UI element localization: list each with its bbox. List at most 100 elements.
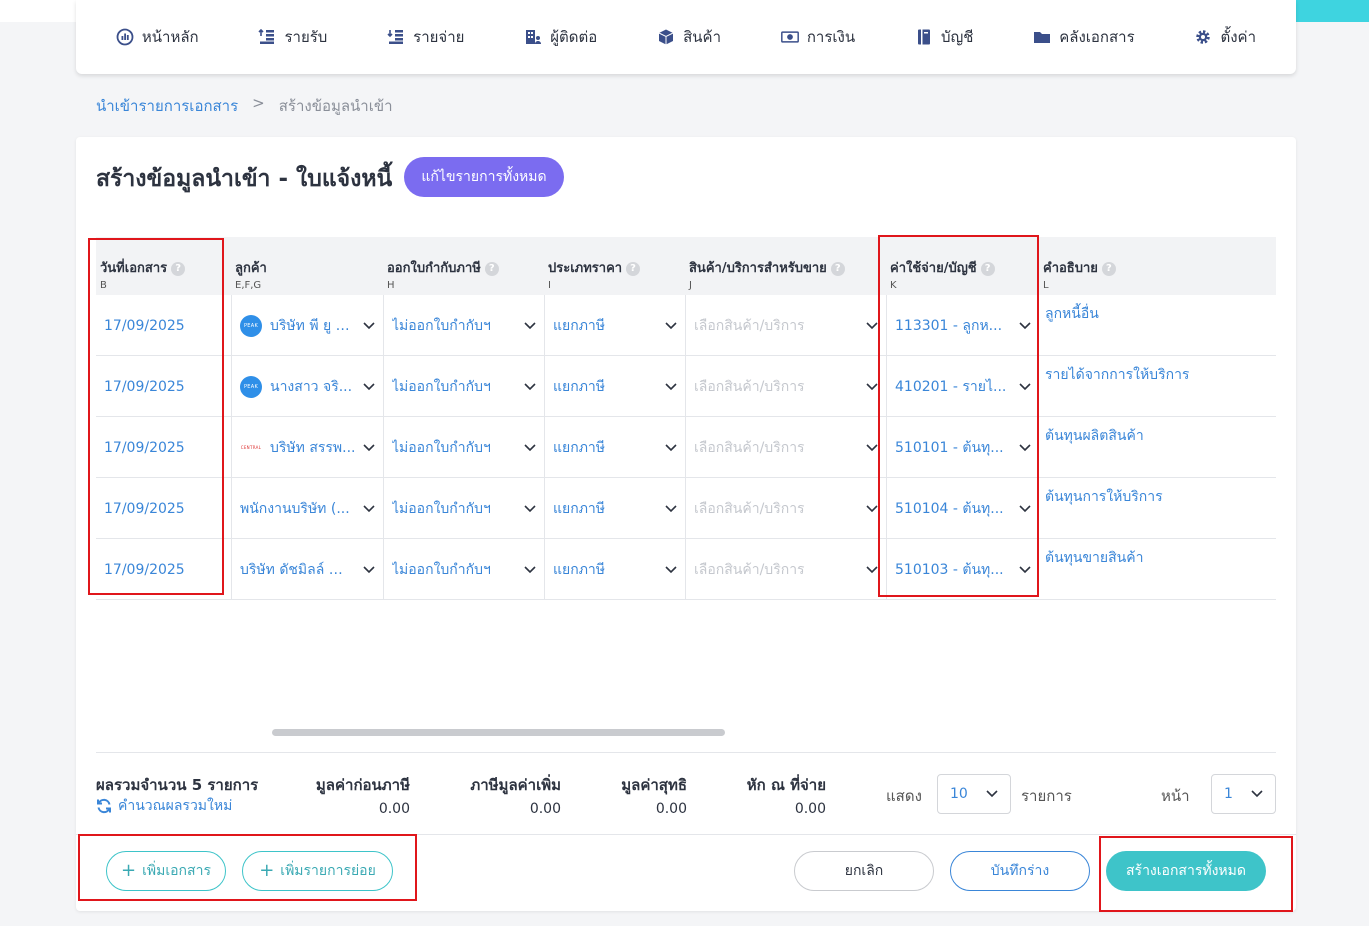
- customer-select[interactable]: PEAK นางสาว จริ...: [231, 356, 383, 417]
- price-type-select[interactable]: แยกภาษี: [544, 417, 685, 478]
- product-select[interactable]: เลือกสินค้า/บริการ: [685, 356, 886, 417]
- help-icon[interactable]: ?: [626, 261, 641, 276]
- price-type-select-value: แยกภาษี: [553, 378, 606, 395]
- price-type-select[interactable]: แยกภาษี: [544, 295, 685, 356]
- chevron-down-icon: [363, 382, 375, 391]
- product-select[interactable]: เลือกสินค้า/บริการ: [685, 295, 886, 356]
- page-value: 1: [1224, 786, 1233, 802]
- table-row: 17/09/2025 PEAK นางสาว จริ... ไม่ออกใบกำกับ…: [96, 356, 1276, 417]
- nav-item-3[interactable]: ผู้ติดต่อ: [524, 25, 597, 49]
- nav-item-7[interactable]: คลังเอกสาร: [1033, 25, 1135, 49]
- table-row: 17/09/2025 บริษัท ดัชมิลล์ จำ... ไม่ออกใบก…: [96, 539, 1276, 600]
- chevron-down-icon: [986, 790, 998, 798]
- nav-item-5[interactable]: การเงิน: [780, 25, 856, 49]
- customer-name: พนักงานบริษัท (...: [240, 500, 350, 517]
- nav-item-1[interactable]: รายรับ: [258, 25, 327, 49]
- date-cell[interactable]: 17/09/2025: [96, 295, 231, 356]
- price-type-select[interactable]: แยกภาษี: [544, 478, 685, 539]
- description-cell[interactable]: ต้นทุนผลิตสินค้า: [1039, 417, 1276, 478]
- account-select[interactable]: 510104 - ต้นทุ...: [886, 478, 1039, 539]
- cancel-button[interactable]: ยกเลิก: [794, 851, 934, 891]
- description-cell[interactable]: ต้นทุนขายสินค้า: [1039, 539, 1276, 600]
- date-cell[interactable]: 17/09/2025: [96, 356, 231, 417]
- column-header: วันที่เอกสาร? B: [100, 257, 186, 291]
- save-draft-button[interactable]: บันทึกร่าง: [950, 851, 1090, 891]
- chevron-down-icon: [1019, 382, 1031, 391]
- chevron-down-icon: [524, 321, 536, 330]
- column-header-label: คำอธิบาย: [1043, 261, 1098, 276]
- column-header-label: วันที่เอกสาร: [100, 261, 168, 276]
- nav-item-6[interactable]: บัญชี: [915, 25, 973, 49]
- net-summary: มูลค่าสุทธิ 0.00: [596, 773, 687, 817]
- add-document-button[interactable]: + เพิ่มเอกสาร: [106, 851, 226, 891]
- help-icon[interactable]: ?: [830, 261, 845, 276]
- nav-item-2[interactable]: รายจ่าย: [387, 25, 464, 49]
- tax-invoice-select[interactable]: ไม่ออกใบกำกับฯ: [383, 356, 544, 417]
- tax-invoice-select[interactable]: ไม่ออกใบกำกับฯ: [383, 295, 544, 356]
- account-select[interactable]: 510103 - ต้นทุ...: [886, 539, 1039, 600]
- recalculate-label: คำนวณผลรวมใหม่: [118, 798, 233, 814]
- page-select[interactable]: 1: [1211, 774, 1276, 814]
- price-type-select[interactable]: แยกภาษี: [544, 539, 685, 600]
- horizontal-scrollbar[interactable]: [272, 729, 725, 736]
- account-select-value: 510101 - ต้นทุ...: [895, 439, 1004, 456]
- description-cell[interactable]: รายได้จากการให้บริการ: [1039, 356, 1276, 417]
- per-page-select[interactable]: 10: [937, 774, 1011, 814]
- price-type-select-value: แยกภาษี: [553, 500, 606, 517]
- dashboard-icon: [116, 28, 134, 46]
- help-icon[interactable]: ?: [1101, 261, 1116, 276]
- nav-item-4[interactable]: สินค้า: [657, 25, 721, 49]
- description-cell[interactable]: ต้นทุนการให้บริการ: [1039, 478, 1276, 539]
- product-select-value: เลือกสินค้า/บริการ: [694, 378, 805, 395]
- customer-logo: CENTRAL: [240, 436, 262, 459]
- refresh-icon: [96, 798, 112, 814]
- nav-item-label: ผู้ติดต่อ: [550, 28, 598, 46]
- add-line-item-label: เพิ่มรายการย่อย: [280, 863, 376, 879]
- account-select[interactable]: 510101 - ต้นทุ...: [886, 417, 1039, 478]
- customer-wrapper: PEAK บริษัท พี ยู ยู...: [240, 314, 357, 337]
- tax-invoice-select[interactable]: ไม่ออกใบกำกับฯ: [383, 417, 544, 478]
- customer-select[interactable]: พนักงานบริษัท (...: [231, 478, 383, 539]
- pre-tax-value: 0.00: [378, 801, 410, 817]
- tax-invoice-select[interactable]: ไม่ออกใบกำกับฯ: [383, 478, 544, 539]
- product-select[interactable]: เลือกสินค้า/บริการ: [685, 478, 886, 539]
- date-cell[interactable]: 17/09/2025: [96, 539, 231, 600]
- main-nav: หน้าหลัก รายรับ รายจ่าย ผู้ติดต่อ สินค้า การเ…: [76, 0, 1296, 74]
- chevron-down-icon: [866, 382, 878, 391]
- price-type-select[interactable]: แยกภาษี: [544, 356, 685, 417]
- product-select-value: เลือกสินค้า/บริการ: [694, 439, 805, 456]
- tax-invoice-select[interactable]: ไม่ออกใบกำกับฯ: [383, 539, 544, 600]
- add-line-item-button[interactable]: + เพิ่มรายการย่อย: [242, 851, 393, 891]
- chevron-down-icon: [866, 504, 878, 513]
- chevron-down-icon: [665, 504, 677, 513]
- description-cell[interactable]: ลูกหนี้อื่น: [1039, 295, 1276, 356]
- footer-divider: [76, 834, 1296, 835]
- customer-select[interactable]: บริษัท ดัชมิลล์ จำ...: [231, 539, 383, 600]
- product-select-value: เลือกสินค้า/บริการ: [694, 500, 805, 517]
- column-code: H: [387, 280, 395, 291]
- help-icon[interactable]: ?: [980, 261, 995, 276]
- recalculate-link[interactable]: คำนวณผลรวมใหม่: [96, 795, 232, 817]
- plus-icon: +: [259, 860, 275, 881]
- account-select[interactable]: 410201 - รายไ...: [886, 356, 1039, 417]
- edit-all-button[interactable]: แก้ไขรายการทั้งหมด: [404, 157, 564, 197]
- price-type-select-value: แยกภาษี: [553, 439, 606, 456]
- date-cell[interactable]: 17/09/2025: [96, 478, 231, 539]
- nav-item-8[interactable]: ตั้งค่า: [1194, 25, 1256, 49]
- create-all-documents-button[interactable]: สร้างเอกสารทั้งหมด: [1106, 851, 1266, 891]
- product-select[interactable]: เลือกสินค้า/บริการ: [685, 417, 886, 478]
- customer-name: บริษัท พี ยู ยู...: [270, 317, 357, 334]
- customer-select[interactable]: CENTRAL บริษัท สรรพ...: [231, 417, 383, 478]
- product-select[interactable]: เลือกสินค้า/บริการ: [685, 539, 886, 600]
- account-select[interactable]: 113301 - ลูกห...: [886, 295, 1039, 356]
- help-icon[interactable]: ?: [171, 261, 186, 276]
- customer-wrapper: PEAK นางสาว จริ...: [240, 375, 352, 398]
- price-type-select-value: แยกภาษี: [553, 317, 606, 334]
- customer-select[interactable]: PEAK บริษัท พี ยู ยู...: [231, 295, 383, 356]
- nav-item-0[interactable]: หน้าหลัก: [116, 25, 199, 49]
- breadcrumb-parent-link[interactable]: นำเข้ารายการเอกสาร: [96, 94, 238, 118]
- date-cell[interactable]: 17/09/2025: [96, 417, 231, 478]
- nav-item-label: การเงิน: [806, 28, 856, 46]
- help-icon[interactable]: ?: [484, 261, 499, 276]
- chevron-down-icon: [524, 565, 536, 574]
